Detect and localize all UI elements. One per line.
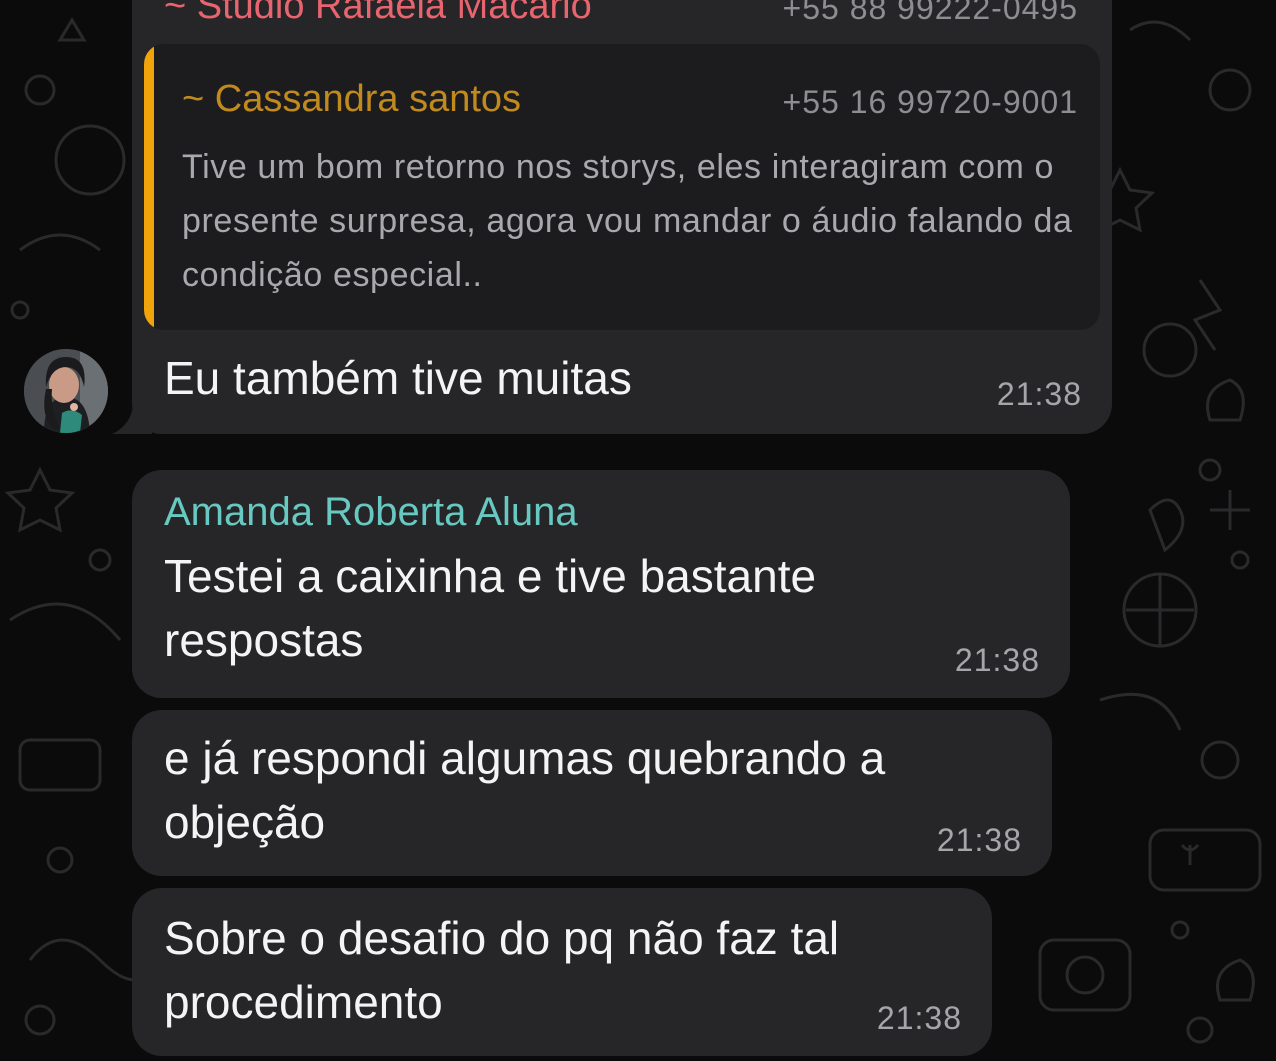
sender-name[interactable]: Amanda Roberta Aluna [164, 490, 578, 535]
quoted-sender-name: ~ Cassandra santos [182, 78, 522, 120]
message-timestamp: 21:38 [936, 822, 1022, 858]
message-text: Testei a caixinha e tive bastante respos… [164, 550, 817, 666]
user-avatar-icon [24, 349, 108, 433]
quoted-sender-phone: +55 16 99720-9001 [782, 84, 1078, 120]
message-bubble[interactable]: Amanda Roberta Aluna Testei a caixinha e… [132, 470, 1070, 698]
sender-avatar[interactable] [24, 349, 108, 433]
message-timestamp: 21:38 [996, 376, 1082, 412]
quoted-message-text: Tive um bom retorno nos storys, eles int… [182, 148, 1073, 294]
message-text: Sobre o desafio do pq não faz tal proced… [164, 912, 840, 1028]
message-timestamp: 21:38 [954, 642, 1040, 678]
sender-name[interactable]: ~ Studio Rafaela Macário [164, 0, 592, 28]
message-bubble[interactable]: e já respondi algumas quebrando a objeçã… [132, 710, 1052, 876]
bubble-tail [112, 396, 152, 434]
sender-phone: +55 88 99222-0495 [782, 0, 1078, 26]
message-bubble[interactable]: Sobre o desafio do pq não faz tal proced… [132, 888, 992, 1056]
quote-accent-bar [144, 44, 154, 330]
message-text: Eu também tive muitas [164, 352, 632, 404]
message-timestamp: 21:38 [876, 1000, 962, 1036]
quoted-message[interactable]: ~ Cassandra santos +55 16 99720-9001 Tiv… [144, 44, 1100, 330]
chat-view: ~ Studio Rafaela Macário +55 88 99222-04… [0, 0, 1276, 1061]
message-bubble-quoted-reply[interactable]: ~ Studio Rafaela Macário +55 88 99222-04… [132, 0, 1112, 434]
message-text: e já respondi algumas quebrando a objeçã… [164, 732, 886, 848]
